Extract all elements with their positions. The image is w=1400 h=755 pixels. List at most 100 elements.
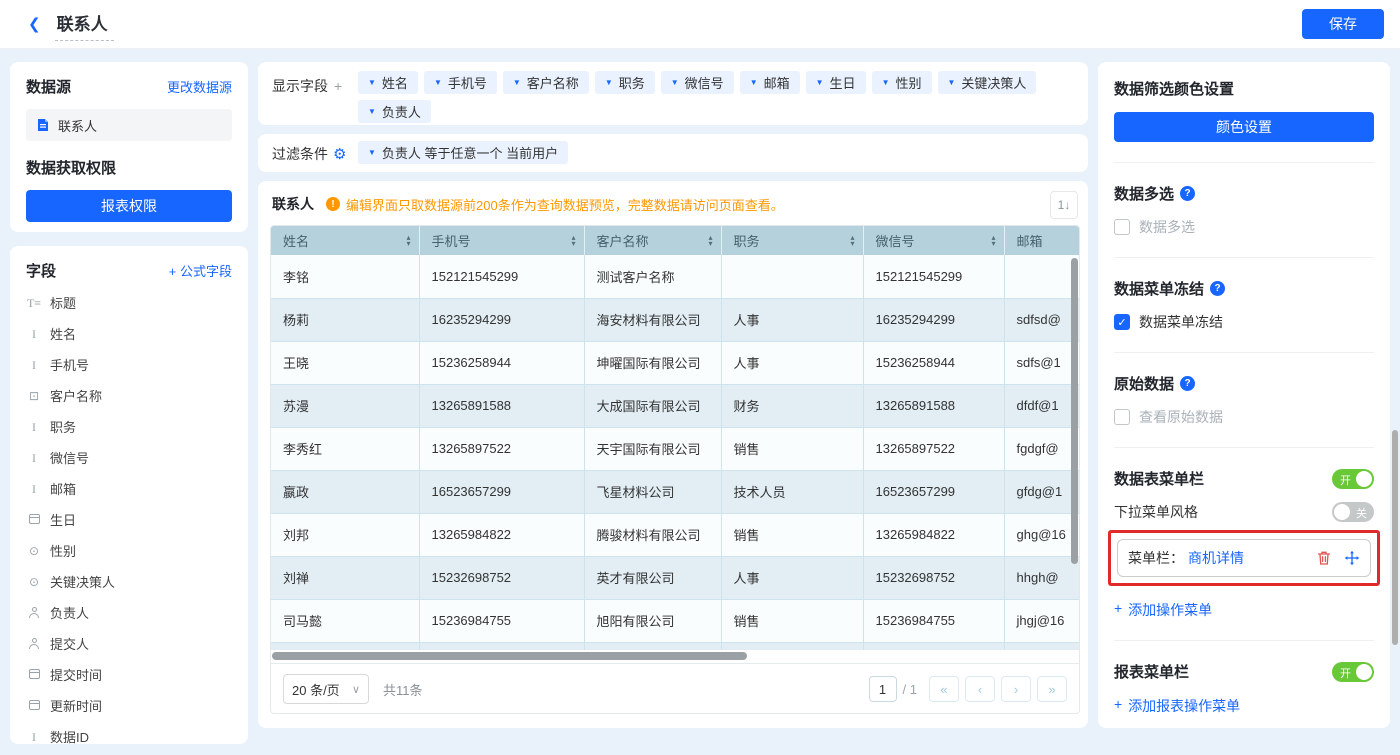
field-label: 邮箱 [50, 479, 76, 498]
table-cell: 13265891588 [863, 384, 1004, 427]
field-label: 姓名 [50, 324, 76, 343]
display-fields-panel: 显示字段+ ▼姓名▼手机号▼客户名称▼职务▼微信号▼邮箱▼生日▼性别▼关键决策人… [258, 62, 1088, 125]
column-header[interactable]: 微信号▴▾ [863, 226, 1004, 255]
table-cell: 152121545299 [863, 255, 1004, 298]
table-row: 李铭152121545299测试客户名称152121545299 [271, 255, 1079, 298]
sort-arrows-icon[interactable]: ▴▾ [850, 235, 854, 247]
plus-icon: + [1114, 600, 1122, 620]
field-item[interactable]: ⊙性别 [26, 535, 232, 566]
report-menubar-toggle[interactable]: 开 [1332, 662, 1374, 682]
sort-order-icon[interactable]: 1↓ [1050, 191, 1078, 219]
move-icon[interactable] [1344, 550, 1360, 566]
multi-select-checkbox[interactable]: ✓ 数据多选 [1114, 217, 1374, 237]
field-item[interactable]: 提交人 [26, 628, 232, 659]
table-cell: sdfs@1 [1004, 341, 1079, 384]
add-display-field-icon[interactable]: + [334, 78, 342, 94]
table-cell: 152121545299 [419, 255, 584, 298]
total-count: 共11条 [383, 680, 423, 699]
field-item[interactable]: ⊡客户名称 [26, 380, 232, 411]
field-item[interactable]: ⊙关键决策人 [26, 566, 232, 597]
chip-label: 性别 [895, 73, 921, 92]
table-cell: 王晓 [271, 341, 419, 384]
add-report-action-menu-link[interactable]: + 添加报表操作菜单 [1114, 696, 1240, 716]
table-cell: gfdg@1 [1004, 470, 1079, 513]
menu-bar-name[interactable]: 商机详情 [1188, 548, 1244, 568]
save-button[interactable]: 保存 [1302, 9, 1384, 39]
table-cell [1004, 255, 1079, 298]
field-item[interactable]: I职务 [26, 411, 232, 442]
next-page-button[interactable]: › [1001, 676, 1031, 702]
page-size-select[interactable]: 20 条/页 ∨ [283, 674, 369, 704]
field-item[interactable]: I邮箱 [26, 473, 232, 504]
question-icon[interactable]: ? [1180, 186, 1195, 201]
multi-select-heading: 数据多选 [1114, 183, 1174, 204]
menu-bar-item[interactable]: 菜单栏： 商机详情 [1117, 539, 1371, 577]
table-cell [271, 642, 419, 650]
color-settings-button[interactable]: 颜色设置 [1114, 112, 1374, 142]
dropdown-style-toggle[interactable]: 关 [1332, 502, 1374, 522]
sort-arrows-icon[interactable]: ▴▾ [406, 235, 410, 247]
trash-icon[interactable] [1316, 550, 1332, 566]
sort-arrows-icon[interactable]: ▴▾ [708, 235, 712, 247]
table-row: 李秀红13265897522天宇国际有限公司销售13265897522fgdgf… [271, 427, 1079, 470]
field-item[interactable]: I姓名 [26, 318, 232, 349]
table-cell: 刘邦 [271, 513, 419, 556]
column-header[interactable]: 手机号▴▾ [419, 226, 584, 255]
datasource-item[interactable]: 联系人 [26, 109, 232, 141]
display-field-chip[interactable]: ▼邮箱 [740, 71, 800, 94]
field-item[interactable]: 更新时间 [26, 690, 232, 721]
page-vertical-scrollbar[interactable] [1392, 430, 1398, 645]
filter-condition-chip[interactable]: ▼负责人 等于任意一个 当前用户 [358, 141, 568, 164]
table-horizontal-scrollbar[interactable] [272, 652, 747, 660]
display-field-chip[interactable]: ▼职务 [595, 71, 655, 94]
sort-arrows-icon[interactable]: ▴▾ [991, 235, 995, 247]
first-page-button[interactable]: « [929, 676, 959, 702]
display-field-chip[interactable]: ▼关键决策人 [938, 71, 1037, 94]
field-item[interactable]: I手机号 [26, 349, 232, 380]
highlight-box: 菜单栏： 商机详情 [1108, 530, 1380, 586]
gear-icon[interactable]: ⚙ [333, 145, 346, 163]
add-formula-field-link[interactable]: + 公式字段 [169, 261, 232, 280]
display-field-chip[interactable]: ▼负责人 [358, 100, 431, 123]
select-field-icon: ⊡ [26, 389, 42, 403]
field-item[interactable]: I数据ID [26, 721, 232, 744]
table-cell: 财务 [721, 384, 863, 427]
display-field-chips: ▼姓名▼手机号▼客户名称▼职务▼微信号▼邮箱▼生日▼性别▼关键决策人▼负责人 [358, 71, 1074, 123]
caret-down-icon: ▼ [434, 78, 442, 87]
menu-freeze-checkbox[interactable]: ✓ 数据菜单冻结 [1114, 312, 1374, 332]
toggle-knob [1334, 504, 1350, 520]
table-cell: ghg@16 [1004, 513, 1079, 556]
table-menubar-toggle[interactable]: 开 [1332, 469, 1374, 489]
display-field-chip[interactable]: ▼客户名称 [503, 71, 589, 94]
report-permission-button[interactable]: 报表权限 [26, 190, 232, 222]
sort-arrows-icon[interactable]: ▴▾ [571, 235, 575, 247]
table-cell: 销售 [721, 427, 863, 470]
question-icon[interactable]: ? [1210, 281, 1225, 296]
column-header[interactable]: 客户名称▴▾ [584, 226, 721, 255]
table-vertical-scrollbar[interactable] [1071, 258, 1078, 564]
display-field-chip[interactable]: ▼手机号 [424, 71, 497, 94]
field-item[interactable]: T≡标题 [26, 287, 232, 318]
raw-data-checkbox[interactable]: ✓ 查看原始数据 [1114, 407, 1374, 427]
column-header[interactable]: 邮箱▴▾ [1004, 226, 1079, 255]
prev-page-button[interactable]: ‹ [965, 676, 995, 702]
column-header[interactable]: 职务▴▾ [721, 226, 863, 255]
table-cell: 苏漫 [271, 384, 419, 427]
last-page-button[interactable]: » [1037, 676, 1067, 702]
display-field-chip[interactable]: ▼生日 [806, 71, 866, 94]
display-field-chip[interactable]: ▼性别 [872, 71, 932, 94]
field-item[interactable]: 提交时间 [26, 659, 232, 690]
page-number-input[interactable] [869, 676, 897, 702]
display-field-chip[interactable]: ▼姓名 [358, 71, 418, 94]
column-header[interactable]: 姓名▴▾ [271, 226, 419, 255]
display-field-chip[interactable]: ▼微信号 [661, 71, 734, 94]
add-action-menu-link[interactable]: + 添加操作菜单 [1114, 600, 1212, 620]
field-item[interactable]: I微信号 [26, 442, 232, 473]
toggle-knob [1356, 471, 1372, 487]
caret-down-icon: ▼ [368, 78, 376, 87]
back-icon[interactable]: ❮ [28, 15, 41, 33]
field-item[interactable]: 负责人 [26, 597, 232, 628]
question-icon[interactable]: ? [1180, 376, 1195, 391]
change-datasource-link[interactable]: 更改数据源 [167, 77, 232, 96]
field-item[interactable]: 生日 [26, 504, 232, 535]
